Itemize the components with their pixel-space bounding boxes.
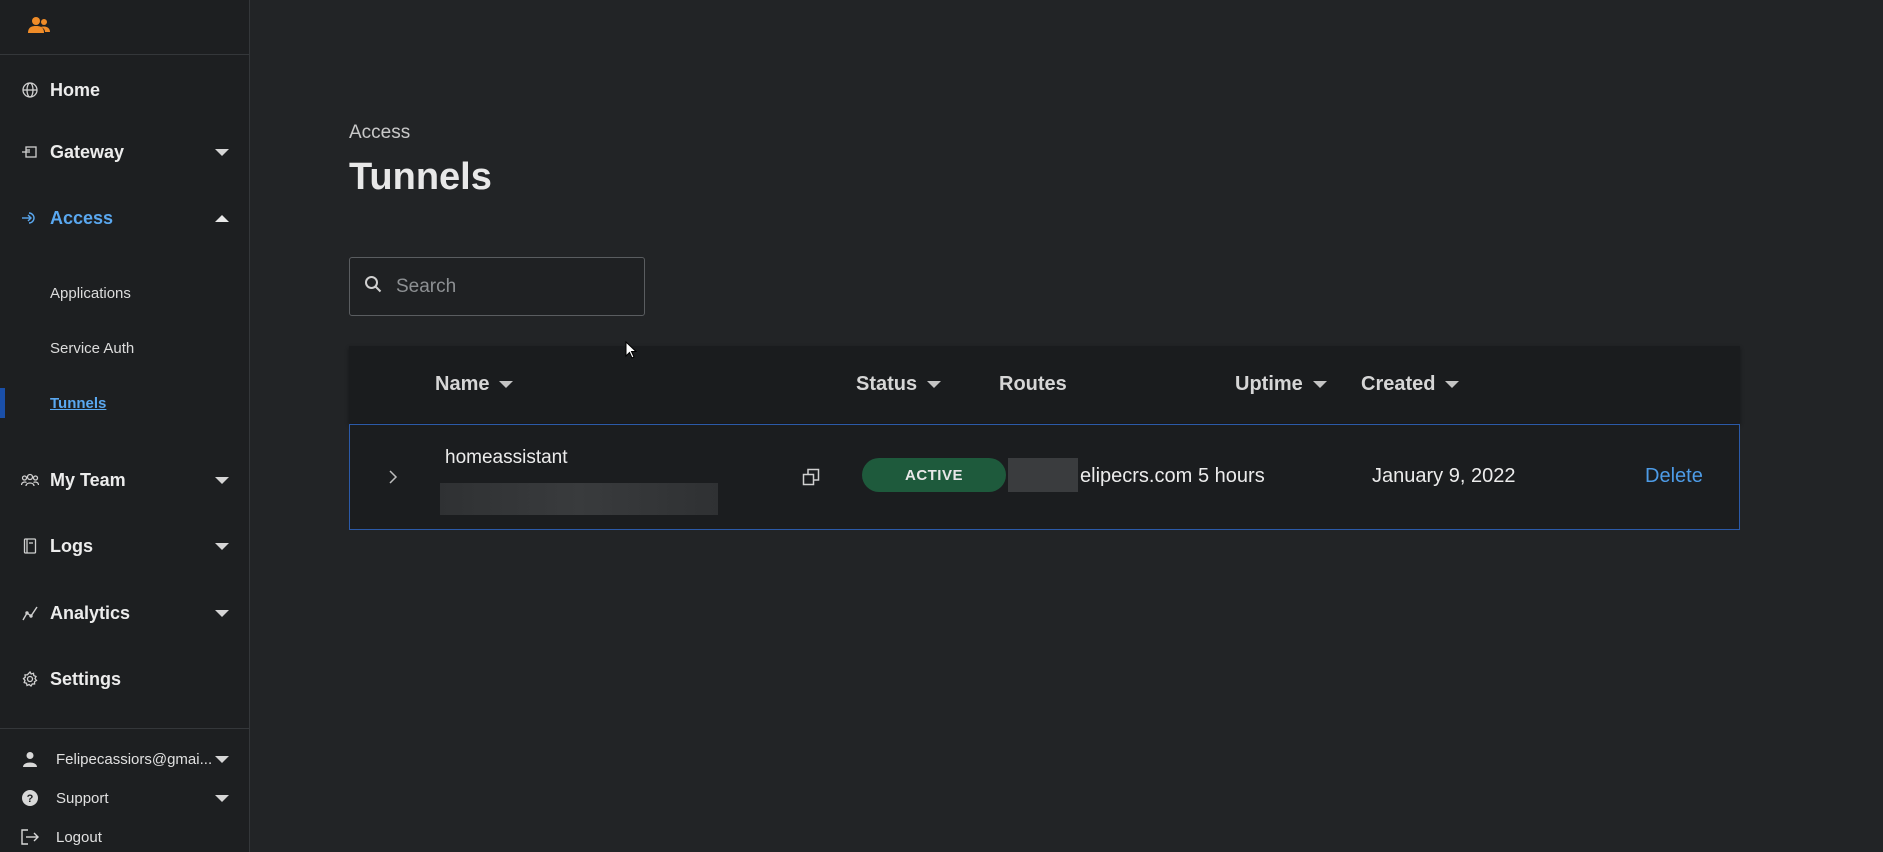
account-email: Felipecassiors@gmai... <box>56 750 213 768</box>
chevron-down-icon <box>215 542 229 550</box>
breadcrumb[interactable]: Access <box>349 122 410 144</box>
mouse-cursor-icon <box>625 340 638 364</box>
logout-button[interactable]: Logout <box>0 822 249 852</box>
chevron-down-icon <box>215 755 229 763</box>
chevron-down-icon <box>215 148 229 156</box>
column-header-label: Status <box>856 373 918 395</box>
status-badge: ACTIVE <box>862 458 1006 492</box>
sidebar-item-analytics[interactable]: Analytics <box>0 595 249 631</box>
column-header-status[interactable]: Status <box>856 346 942 423</box>
svg-text:?: ? <box>27 793 34 805</box>
gateway-icon <box>21 143 39 161</box>
search-input[interactable] <box>396 275 616 298</box>
column-header-uptime[interactable]: Uptime <box>1235 346 1327 423</box>
tunnel-id-redacted <box>440 483 718 515</box>
table-header: Name Status Routes Uptime Created <box>349 346 1740 423</box>
column-header-label: Name <box>435 373 490 395</box>
route-hostname: elipecrs.com <box>1080 465 1193 487</box>
chevron-up-icon <box>215 214 229 222</box>
sidebar-subitem-applications[interactable]: Applications <box>0 276 249 310</box>
sidebar-item-gateway[interactable]: Gateway <box>0 134 249 170</box>
chevron-right-icon <box>389 470 398 484</box>
sidebar-item-label: Gateway <box>50 141 125 162</box>
sidebar-subitem-tunnels[interactable]: Tunnels <box>0 386 249 420</box>
chevron-down-icon <box>215 476 229 484</box>
sidebar-item-access[interactable]: Access <box>0 200 249 236</box>
sidebar-item-label: Analytics <box>50 602 131 623</box>
sidebar-item-label: Home <box>50 79 101 100</box>
sidebar-item-my-team[interactable]: My Team <box>0 462 249 498</box>
column-header-label: Uptime <box>1235 373 1303 395</box>
sidebar-item-label: My Team <box>50 469 126 490</box>
support-label: Support <box>56 789 109 807</box>
sidebar-item-label: Settings <box>50 668 122 689</box>
team-icon <box>21 471 39 489</box>
active-indicator <box>0 388 5 418</box>
search-icon <box>364 275 382 298</box>
tunnel-name: homeassistant <box>445 447 568 468</box>
logout-icon <box>20 827 40 847</box>
logo-row <box>0 0 249 55</box>
sidebar-item-label: Logs <box>50 535 93 556</box>
copy-icon <box>802 468 820 486</box>
sort-caret-icon <box>927 381 942 388</box>
sort-caret-icon <box>1445 381 1460 388</box>
team-logo-icon[interactable] <box>28 16 50 39</box>
sort-caret-icon <box>1312 381 1327 388</box>
logout-label: Logout <box>56 828 102 846</box>
sidebar-bottom: Felipecassiors@gmai... ? Support Logout <box>0 728 249 852</box>
support-menu[interactable]: ? Support <box>0 783 249 813</box>
sidebar-subitem-label: Tunnels <box>50 394 107 412</box>
user-icon <box>20 749 40 769</box>
tunnel-uptime: 5 hours <box>1198 465 1265 487</box>
access-icon <box>21 209 39 227</box>
main-content: Access Tunnels Name Status <box>250 0 1883 852</box>
page-title: Tunnels <box>349 156 492 198</box>
delete-button[interactable]: Delete <box>1645 465 1703 488</box>
chevron-down-icon <box>215 609 229 617</box>
globe-icon <box>21 81 39 99</box>
column-header-label: Routes <box>999 373 1067 395</box>
sidebar-subitem-service-auth[interactable]: Service Auth <box>0 331 249 365</box>
search-box[interactable] <box>349 257 645 316</box>
tunnels-table: Name Status Routes Uptime Created homeas… <box>349 346 1740 530</box>
sidebar-item-logs[interactable]: Logs <box>0 528 249 564</box>
chevron-down-icon <box>215 794 229 802</box>
tunnel-created-date: January 9, 2022 <box>1372 465 1516 487</box>
book-icon <box>21 537 39 555</box>
sidebar: Home Gateway Access Applications Service… <box>0 0 250 852</box>
gear-icon <box>21 670 39 688</box>
help-icon: ? <box>20 788 40 808</box>
account-menu[interactable]: Felipecassiors@gmai... <box>0 744 249 774</box>
sidebar-item-home[interactable]: Home <box>0 72 249 108</box>
column-header-name[interactable]: Name <box>435 346 514 423</box>
column-header-label: Created <box>1361 373 1436 395</box>
sidebar-item-label: Access <box>50 207 114 228</box>
line-chart-icon <box>21 604 39 622</box>
copy-id-button[interactable] <box>802 467 822 487</box>
route-redacted <box>1008 458 1078 492</box>
sort-caret-icon <box>499 381 514 388</box>
column-header-routes: Routes <box>999 346 1067 423</box>
expand-row-button[interactable] <box>388 462 408 492</box>
sidebar-item-settings[interactable]: Settings <box>0 661 249 697</box>
column-header-created[interactable]: Created <box>1361 346 1460 423</box>
table-row[interactable]: homeassistant ACTIVE elipecrs.com 5 hour… <box>349 424 1740 530</box>
